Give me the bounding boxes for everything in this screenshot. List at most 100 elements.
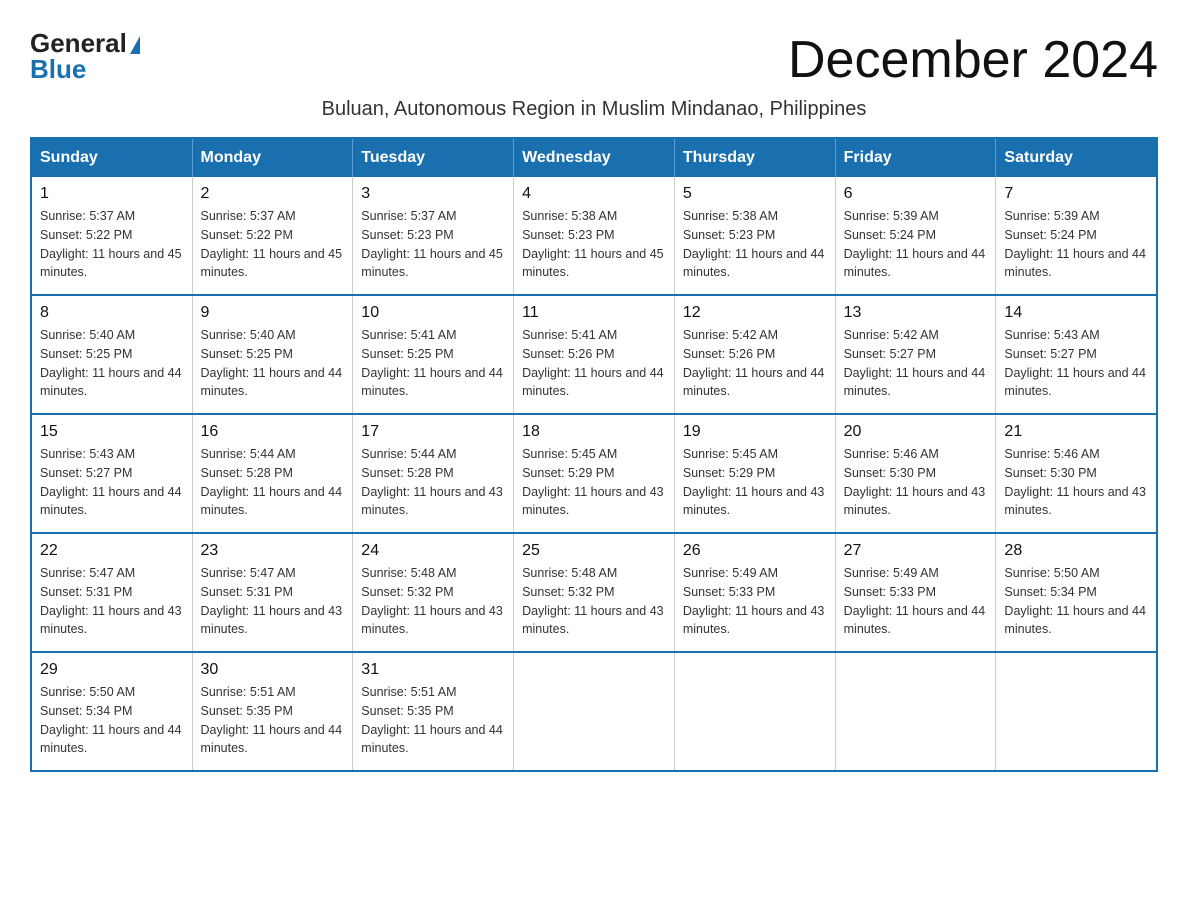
calendar-cell: 1 Sunrise: 5:37 AM Sunset: 5:22 PM Dayli… — [31, 177, 192, 295]
calendar-week-row: 8 Sunrise: 5:40 AM Sunset: 5:25 PM Dayli… — [31, 295, 1157, 414]
calendar-cell: 6 Sunrise: 5:39 AM Sunset: 5:24 PM Dayli… — [835, 177, 996, 295]
logo-blue-text: Blue — [30, 56, 86, 82]
day-number: 7 — [1004, 185, 1148, 203]
day-info: Sunrise: 5:37 AM Sunset: 5:23 PM Dayligh… — [361, 207, 505, 282]
day-number: 30 — [201, 661, 345, 679]
day-number: 14 — [1004, 304, 1148, 322]
day-info: Sunrise: 5:50 AM Sunset: 5:34 PM Dayligh… — [40, 683, 184, 758]
logo: General Blue — [30, 30, 140, 82]
day-number: 2 — [201, 185, 345, 203]
calendar-cell: 15 Sunrise: 5:43 AM Sunset: 5:27 PM Dayl… — [31, 414, 192, 533]
day-info: Sunrise: 5:45 AM Sunset: 5:29 PM Dayligh… — [683, 445, 827, 520]
calendar-cell: 19 Sunrise: 5:45 AM Sunset: 5:29 PM Dayl… — [674, 414, 835, 533]
day-info: Sunrise: 5:47 AM Sunset: 5:31 PM Dayligh… — [40, 564, 184, 639]
calendar-cell: 22 Sunrise: 5:47 AM Sunset: 5:31 PM Dayl… — [31, 533, 192, 652]
calendar-cell: 8 Sunrise: 5:40 AM Sunset: 5:25 PM Dayli… — [31, 295, 192, 414]
day-number: 21 — [1004, 423, 1148, 441]
calendar-cell: 24 Sunrise: 5:48 AM Sunset: 5:32 PM Dayl… — [353, 533, 514, 652]
calendar-week-row: 29 Sunrise: 5:50 AM Sunset: 5:34 PM Dayl… — [31, 652, 1157, 771]
day-info: Sunrise: 5:44 AM Sunset: 5:28 PM Dayligh… — [361, 445, 505, 520]
day-header-tuesday: Tuesday — [353, 138, 514, 177]
day-info: Sunrise: 5:38 AM Sunset: 5:23 PM Dayligh… — [522, 207, 666, 282]
day-number: 23 — [201, 542, 345, 560]
calendar-cell — [996, 652, 1157, 771]
day-info: Sunrise: 5:37 AM Sunset: 5:22 PM Dayligh… — [40, 207, 184, 282]
calendar-cell: 5 Sunrise: 5:38 AM Sunset: 5:23 PM Dayli… — [674, 177, 835, 295]
day-info: Sunrise: 5:48 AM Sunset: 5:32 PM Dayligh… — [522, 564, 666, 639]
day-number: 9 — [201, 304, 345, 322]
calendar-cell: 20 Sunrise: 5:46 AM Sunset: 5:30 PM Dayl… — [835, 414, 996, 533]
day-number: 6 — [844, 185, 988, 203]
day-number: 20 — [844, 423, 988, 441]
day-number: 27 — [844, 542, 988, 560]
calendar-cell: 10 Sunrise: 5:41 AM Sunset: 5:25 PM Dayl… — [353, 295, 514, 414]
day-number: 12 — [683, 304, 827, 322]
day-number: 15 — [40, 423, 184, 441]
day-number: 10 — [361, 304, 505, 322]
calendar-cell: 26 Sunrise: 5:49 AM Sunset: 5:33 PM Dayl… — [674, 533, 835, 652]
day-number: 17 — [361, 423, 505, 441]
day-number: 8 — [40, 304, 184, 322]
day-header-wednesday: Wednesday — [514, 138, 675, 177]
day-number: 5 — [683, 185, 827, 203]
day-info: Sunrise: 5:48 AM Sunset: 5:32 PM Dayligh… — [361, 564, 505, 639]
calendar-cell: 27 Sunrise: 5:49 AM Sunset: 5:33 PM Dayl… — [835, 533, 996, 652]
day-info: Sunrise: 5:37 AM Sunset: 5:22 PM Dayligh… — [201, 207, 345, 282]
header: General Blue December 2024 — [30, 30, 1158, 90]
day-header-friday: Friday — [835, 138, 996, 177]
day-info: Sunrise: 5:51 AM Sunset: 5:35 PM Dayligh… — [201, 683, 345, 758]
day-info: Sunrise: 5:42 AM Sunset: 5:27 PM Dayligh… — [844, 326, 988, 401]
logo-general-text: General — [30, 30, 140, 56]
day-info: Sunrise: 5:44 AM Sunset: 5:28 PM Dayligh… — [201, 445, 345, 520]
calendar-cell: 17 Sunrise: 5:44 AM Sunset: 5:28 PM Dayl… — [353, 414, 514, 533]
day-info: Sunrise: 5:47 AM Sunset: 5:31 PM Dayligh… — [201, 564, 345, 639]
day-info: Sunrise: 5:46 AM Sunset: 5:30 PM Dayligh… — [1004, 445, 1148, 520]
day-info: Sunrise: 5:41 AM Sunset: 5:26 PM Dayligh… — [522, 326, 666, 401]
calendar-cell: 31 Sunrise: 5:51 AM Sunset: 5:35 PM Dayl… — [353, 652, 514, 771]
calendar-week-row: 22 Sunrise: 5:47 AM Sunset: 5:31 PM Dayl… — [31, 533, 1157, 652]
month-title: December 2024 — [788, 30, 1158, 90]
calendar-cell: 7 Sunrise: 5:39 AM Sunset: 5:24 PM Dayli… — [996, 177, 1157, 295]
calendar-week-row: 15 Sunrise: 5:43 AM Sunset: 5:27 PM Dayl… — [31, 414, 1157, 533]
calendar-cell: 18 Sunrise: 5:45 AM Sunset: 5:29 PM Dayl… — [514, 414, 675, 533]
day-info: Sunrise: 5:41 AM Sunset: 5:25 PM Dayligh… — [361, 326, 505, 401]
calendar-week-row: 1 Sunrise: 5:37 AM Sunset: 5:22 PM Dayli… — [31, 177, 1157, 295]
calendar-header-row: SundayMondayTuesdayWednesdayThursdayFrid… — [31, 138, 1157, 177]
calendar-cell: 28 Sunrise: 5:50 AM Sunset: 5:34 PM Dayl… — [996, 533, 1157, 652]
calendar-table: SundayMondayTuesdayWednesdayThursdayFrid… — [30, 137, 1158, 772]
calendar-cell: 12 Sunrise: 5:42 AM Sunset: 5:26 PM Dayl… — [674, 295, 835, 414]
day-info: Sunrise: 5:38 AM Sunset: 5:23 PM Dayligh… — [683, 207, 827, 282]
day-header-sunday: Sunday — [31, 138, 192, 177]
day-number: 3 — [361, 185, 505, 203]
calendar-cell: 29 Sunrise: 5:50 AM Sunset: 5:34 PM Dayl… — [31, 652, 192, 771]
calendar-cell: 9 Sunrise: 5:40 AM Sunset: 5:25 PM Dayli… — [192, 295, 353, 414]
day-info: Sunrise: 5:40 AM Sunset: 5:25 PM Dayligh… — [40, 326, 184, 401]
day-info: Sunrise: 5:45 AM Sunset: 5:29 PM Dayligh… — [522, 445, 666, 520]
day-number: 29 — [40, 661, 184, 679]
calendar-cell: 23 Sunrise: 5:47 AM Sunset: 5:31 PM Dayl… — [192, 533, 353, 652]
calendar-cell: 11 Sunrise: 5:41 AM Sunset: 5:26 PM Dayl… — [514, 295, 675, 414]
day-info: Sunrise: 5:49 AM Sunset: 5:33 PM Dayligh… — [683, 564, 827, 639]
calendar-cell: 30 Sunrise: 5:51 AM Sunset: 5:35 PM Dayl… — [192, 652, 353, 771]
day-number: 26 — [683, 542, 827, 560]
day-number: 22 — [40, 542, 184, 560]
calendar-cell: 4 Sunrise: 5:38 AM Sunset: 5:23 PM Dayli… — [514, 177, 675, 295]
day-info: Sunrise: 5:42 AM Sunset: 5:26 PM Dayligh… — [683, 326, 827, 401]
calendar-cell: 16 Sunrise: 5:44 AM Sunset: 5:28 PM Dayl… — [192, 414, 353, 533]
subtitle: Buluan, Autonomous Region in Muslim Mind… — [30, 98, 1158, 121]
day-info: Sunrise: 5:39 AM Sunset: 5:24 PM Dayligh… — [844, 207, 988, 282]
day-info: Sunrise: 5:40 AM Sunset: 5:25 PM Dayligh… — [201, 326, 345, 401]
day-number: 25 — [522, 542, 666, 560]
day-header-thursday: Thursday — [674, 138, 835, 177]
logo-triangle-icon — [130, 36, 140, 54]
day-info: Sunrise: 5:51 AM Sunset: 5:35 PM Dayligh… — [361, 683, 505, 758]
day-number: 16 — [201, 423, 345, 441]
day-header-saturday: Saturday — [996, 138, 1157, 177]
calendar-cell: 3 Sunrise: 5:37 AM Sunset: 5:23 PM Dayli… — [353, 177, 514, 295]
day-info: Sunrise: 5:46 AM Sunset: 5:30 PM Dayligh… — [844, 445, 988, 520]
day-number: 1 — [40, 185, 184, 203]
calendar-cell — [514, 652, 675, 771]
day-info: Sunrise: 5:39 AM Sunset: 5:24 PM Dayligh… — [1004, 207, 1148, 282]
calendar-cell: 25 Sunrise: 5:48 AM Sunset: 5:32 PM Dayl… — [514, 533, 675, 652]
day-number: 31 — [361, 661, 505, 679]
